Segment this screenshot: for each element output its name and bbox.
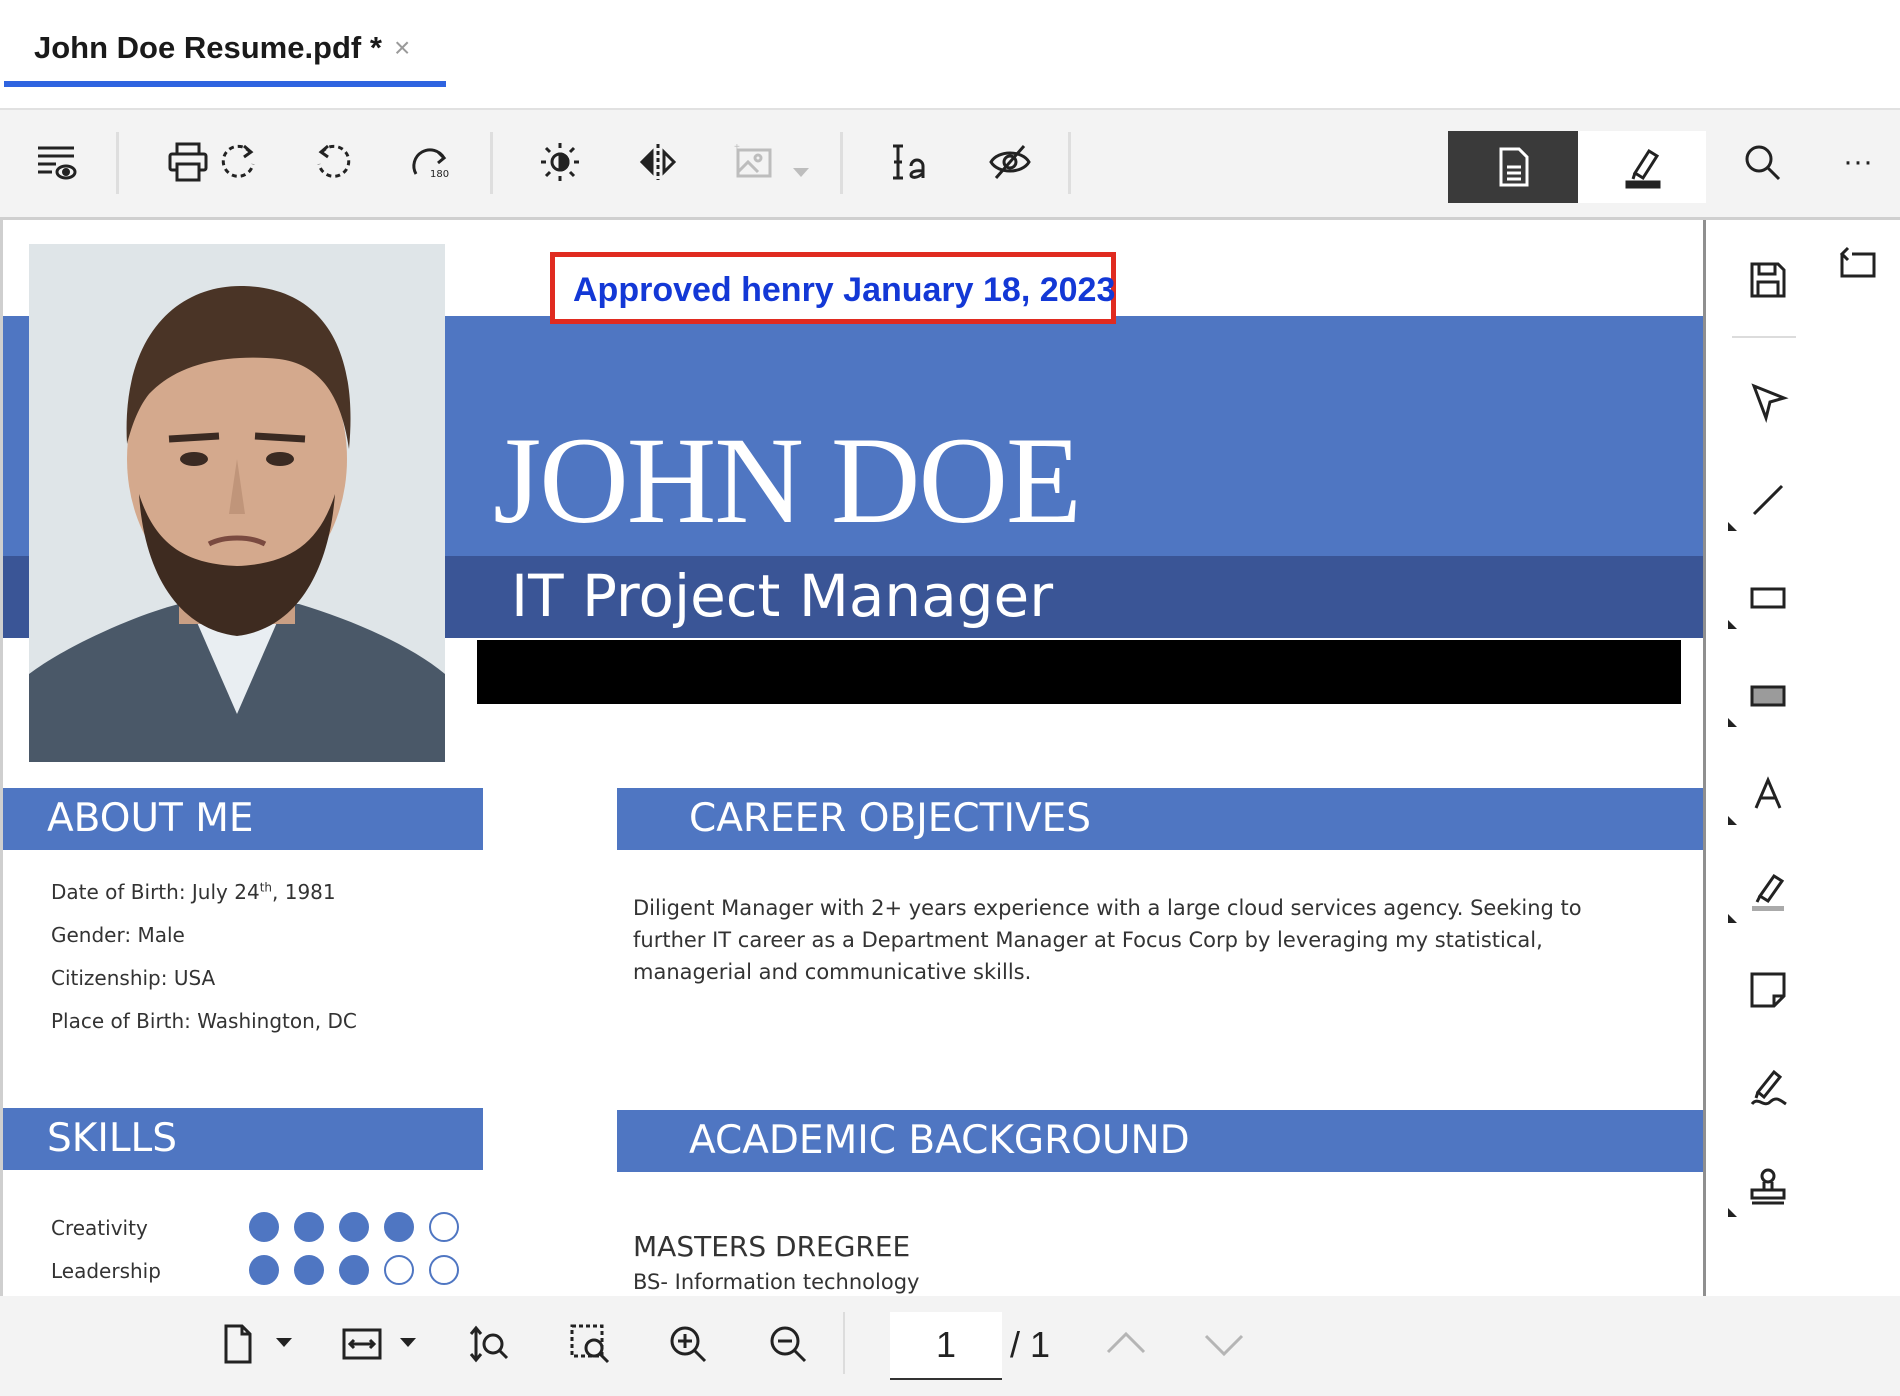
rating-dot-empty (384, 1255, 414, 1285)
zoom-out-icon[interactable] (760, 1316, 816, 1372)
more-icon[interactable]: ··· (1826, 130, 1890, 194)
skill-rating (249, 1212, 459, 1242)
marquee-zoom-icon[interactable] (562, 1316, 618, 1372)
rotate-page-icon[interactable] (206, 130, 270, 194)
stamp-icon[interactable] (1736, 1154, 1800, 1218)
rating-dot-empty (429, 1212, 459, 1242)
annotate-mode-button[interactable] (1578, 131, 1706, 203)
skill-label: Creativity (51, 1216, 148, 1240)
degree-subtitle: BS- Information technology (633, 1270, 920, 1294)
about-list: Date of Birth: July 24th, 1981 Gender: M… (51, 880, 357, 1052)
rating-dot-filled (294, 1212, 324, 1242)
annotate-icon (1625, 148, 1661, 189)
skill-label: Leadership (51, 1259, 161, 1283)
rectangle-icon[interactable] (1736, 566, 1800, 630)
resume-name: JOHN DOE (493, 412, 1082, 549)
tab-close-button[interactable]: × (394, 33, 410, 63)
rotate-left-icon[interactable] (302, 130, 366, 194)
profile-photo (29, 244, 445, 762)
citizenship-line: Citizenship: USA (51, 966, 216, 990)
career-heading: CAREER OBJECTIVES (617, 788, 1703, 850)
birthplace-line: Place of Birth: Washington, DC (51, 1009, 357, 1033)
academic-heading: ACADEMIC BACKGROUND (617, 1110, 1703, 1172)
career-text: Diligent Manager with 2+ years experienc… (633, 896, 1582, 984)
resume-role: IT Project Manager (511, 562, 1054, 630)
view-settings-icon[interactable] (24, 130, 88, 194)
skill-row: Leadership (51, 1255, 459, 1285)
dob-line: Date of Birth: July 24th, 1981 (51, 880, 336, 904)
tab-bar: John Doe Resume.pdf * × (0, 0, 1900, 108)
active-tab-indicator (4, 81, 446, 87)
brightness-icon[interactable] (528, 130, 592, 194)
document-tab[interactable]: John Doe Resume.pdf * × (2, 0, 446, 88)
approval-stamp[interactable]: Approved henry January 18, 2023 (550, 252, 1116, 324)
hide-icon[interactable] (978, 130, 1042, 194)
degree-title: MASTERS DREGREE (633, 1230, 911, 1263)
page-total: / 1 (1010, 1324, 1051, 1365)
previous-page-icon[interactable] (1098, 1316, 1154, 1372)
gender-line: Gender: Male (51, 923, 185, 947)
skill-row: Creativity (51, 1212, 459, 1242)
svg-text:+: + (734, 142, 740, 153)
zoom-tool-icon[interactable] (462, 1316, 518, 1372)
highlight-icon[interactable] (1736, 860, 1800, 924)
save-icon[interactable] (1736, 248, 1800, 312)
sticky-note-icon[interactable] (1736, 958, 1800, 1022)
next-page-icon[interactable] (1196, 1316, 1252, 1372)
search-icon[interactable] (1730, 130, 1794, 194)
select-arrow-icon[interactable] (1736, 370, 1800, 434)
toolbar: 180 + ··· (0, 108, 1900, 220)
rating-dot-filled (294, 1255, 324, 1285)
redaction-box[interactable] (477, 640, 1681, 704)
zoom-in-icon[interactable] (660, 1316, 716, 1372)
view-mode-button[interactable] (1448, 131, 1578, 203)
signature-icon[interactable] (1736, 1056, 1800, 1120)
stamp-text: Approved henry January 18, 2023 (573, 271, 1116, 309)
svg-text:180: 180 (430, 169, 449, 180)
page-layout-icon[interactable] (210, 1316, 266, 1372)
skill-rating (249, 1255, 459, 1285)
rotate-180-icon[interactable]: 180 (398, 130, 462, 194)
rating-dot-filled (384, 1212, 414, 1242)
fit-width-icon[interactable] (334, 1316, 390, 1372)
rating-dot-filled (249, 1255, 279, 1285)
about-heading: ABOUT ME (3, 788, 483, 850)
rating-dot-empty (429, 1255, 459, 1285)
rating-dot-filled (249, 1212, 279, 1242)
annotation-toolbar (1706, 220, 1900, 1296)
tab-title: John Doe Resume.pdf * (34, 30, 382, 65)
skills-heading: SKILLS (3, 1108, 483, 1170)
line-icon[interactable] (1736, 468, 1800, 532)
document-viewport: JOHN DOE IT Project Manager Approved hen… (0, 220, 1706, 1296)
flip-horizontal-icon[interactable] (626, 130, 690, 194)
filled-rectangle-icon[interactable] (1736, 664, 1800, 728)
text-icon[interactable] (1736, 762, 1800, 826)
text-field-icon[interactable] (880, 130, 944, 194)
rating-dot-filled (339, 1212, 369, 1242)
image-icon: + (722, 130, 786, 194)
page-number-input[interactable] (890, 1312, 1002, 1380)
bottom-bar: / 1 (0, 1296, 1900, 1396)
rating-dot-filled (339, 1255, 369, 1285)
document-view-icon (1499, 147, 1529, 187)
collapse-panel-icon[interactable] (1830, 234, 1886, 290)
